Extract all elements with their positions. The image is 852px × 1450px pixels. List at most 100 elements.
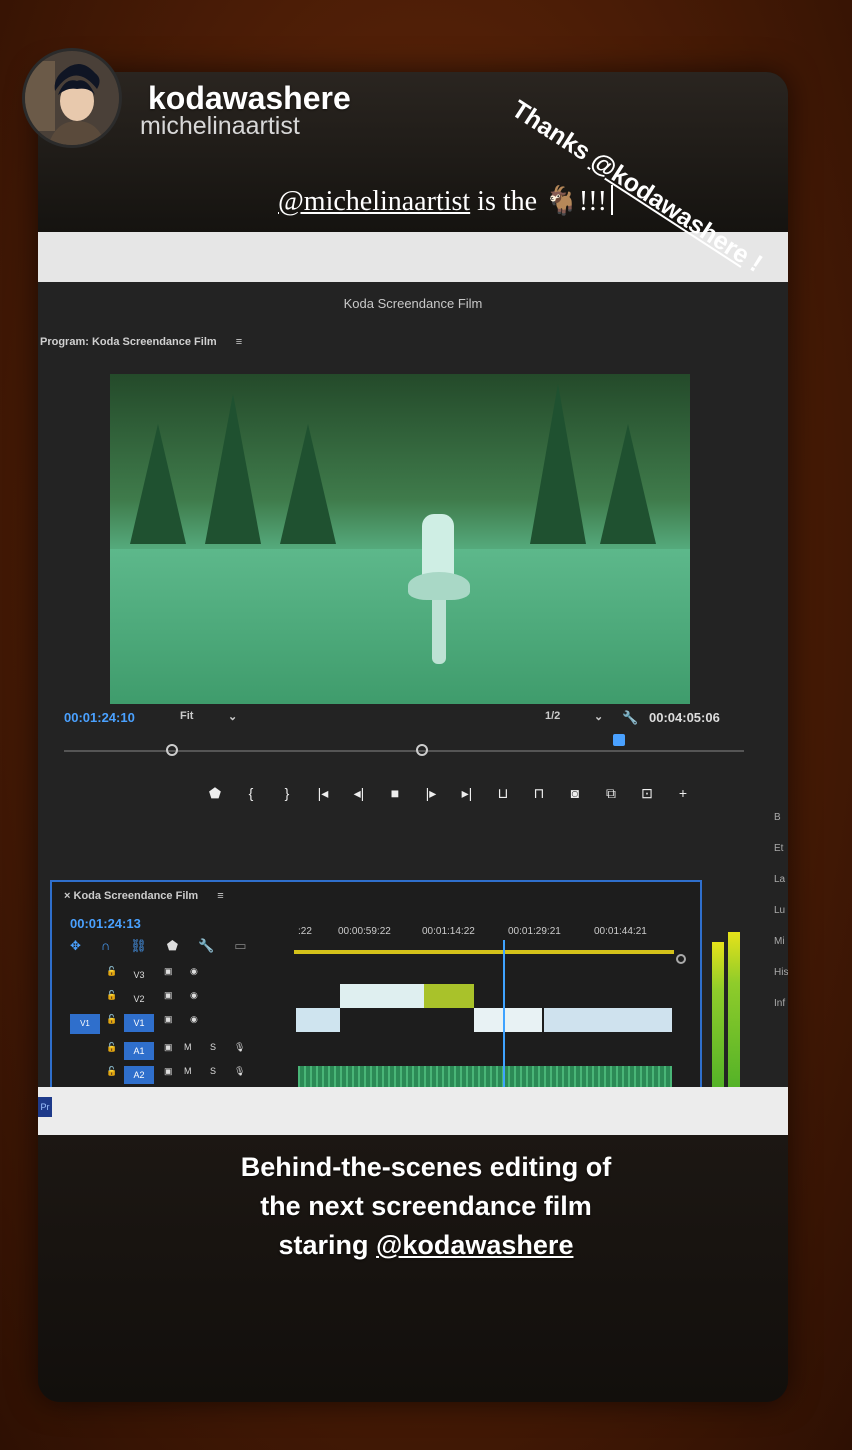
captions-icon[interactable]: ▭ <box>234 938 246 954</box>
sync-lock-icon[interactable]: ▣ <box>164 966 173 977</box>
eye-icon[interactable]: ◉ <box>190 990 198 1001</box>
microphone-icon[interactable]: 🎙 <box>234 1066 245 1077</box>
side-tab[interactable]: B <box>774 802 788 833</box>
export-frame-icon[interactable]: ◙ <box>564 785 586 801</box>
linked-selection-icon[interactable]: ⛓ <box>130 938 147 954</box>
panel-menu-icon[interactable]: ≡ <box>236 336 242 348</box>
track-header-a1: 🔓 A1 ▣ M S 🎙 <box>52 1042 292 1064</box>
caption-line: Behind-the-scenes editing of <box>240 1152 612 1182</box>
avatar[interactable] <box>22 48 122 148</box>
video-clip[interactable] <box>424 984 474 1008</box>
lock-icon[interactable]: 🔓 <box>106 1066 117 1077</box>
playhead-timecode[interactable]: 00:01:24:10 <box>64 710 135 725</box>
overwrite-icon[interactable]: ⊓ <box>528 785 550 802</box>
sequence-name: Koda Screendance Film <box>73 890 199 902</box>
stop-icon[interactable]: ■ <box>384 785 406 801</box>
track-label[interactable]: A2 <box>124 1066 154 1084</box>
go-to-in-icon[interactable]: |◂ <box>312 785 334 802</box>
zoom-select-label[interactable]: Fit <box>180 710 193 722</box>
caption-mention-link[interactable]: @kodawashere <box>376 1230 573 1260</box>
sync-lock-icon[interactable]: ▣ <box>164 1014 173 1025</box>
chevron-down-icon[interactable]: ⌄ <box>594 710 603 723</box>
side-tab[interactable]: Mi <box>774 926 788 957</box>
resolution-select-label[interactable]: 1/2 <box>545 710 560 722</box>
wrench-icon[interactable]: 🔧 <box>622 710 638 726</box>
caption-line3-prefix: staring <box>278 1230 377 1260</box>
step-forward-icon[interactable]: |▸ <box>420 785 442 802</box>
settings-wrench-icon[interactable]: 🔧 <box>198 938 214 954</box>
ruler-tick: 00:01:44:21 <box>594 926 647 937</box>
microphone-icon[interactable]: 🎙 <box>234 1042 245 1053</box>
side-tab[interactable]: His <box>774 957 788 988</box>
side-panel-tabs: B Et La Lu Mi His Inf <box>774 802 788 1019</box>
track-label[interactable]: V1 <box>124 1014 154 1032</box>
panel-menu-icon[interactable]: ≡ <box>217 890 223 902</box>
audio-meter-left <box>712 942 724 1102</box>
program-monitor-label[interactable]: Program: Koda Screendance Film ≡ <box>40 336 242 348</box>
goat-mention-link[interactable]: @michelinaartist <box>278 186 470 217</box>
snap-icon[interactable]: ✥ <box>70 938 81 954</box>
side-tab[interactable]: Lu <box>774 895 788 926</box>
chevron-down-icon[interactable]: ⌄ <box>228 710 237 723</box>
solo-toggle[interactable]: S <box>210 1066 216 1076</box>
tree-shape <box>130 424 186 544</box>
side-tab[interactable]: Et <box>774 833 788 864</box>
source-patch-v1[interactable]: V1 <box>70 1014 100 1034</box>
sync-lock-icon[interactable]: ▣ <box>164 990 173 1001</box>
out-point-handle[interactable] <box>416 744 428 756</box>
eye-icon[interactable]: ◉ <box>190 1014 198 1025</box>
track-header-v3: 🔓 V3 ▣ ◉ <box>52 966 292 988</box>
video-clip[interactable] <box>544 1008 672 1032</box>
side-tab[interactable]: Inf <box>774 988 788 1019</box>
lock-icon[interactable]: 🔓 <box>106 966 117 977</box>
mute-toggle[interactable]: M <box>184 1042 192 1052</box>
caption-line: the next screendance film <box>260 1191 592 1221</box>
premiere-window: Koda Screendance Film Program: Koda Scre… <box>38 282 788 1140</box>
program-label-text: Program: Koda Screendance Film <box>40 336 217 348</box>
track-label[interactable]: V2 <box>124 990 154 1008</box>
side-tab[interactable]: La <box>774 864 788 895</box>
premiere-app-icon[interactable]: Pr <box>38 1097 52 1117</box>
step-back-icon[interactable]: ◂| <box>348 785 370 802</box>
grass-field <box>110 549 690 704</box>
solo-toggle[interactable]: S <box>210 1042 216 1052</box>
lock-icon[interactable]: 🔓 <box>106 1014 117 1025</box>
tree-shape <box>280 424 336 544</box>
in-point-handle[interactable] <box>166 744 178 756</box>
close-tab-icon[interactable]: × <box>64 890 70 902</box>
vertical-scroll-handle[interactable] <box>676 954 686 964</box>
vr-icon[interactable]: ⊡ <box>636 785 658 802</box>
magnet-icon[interactable]: ∩ <box>101 938 110 954</box>
dancer-skirt <box>408 572 470 600</box>
ruler-tick: 00:01:14:22 <box>422 926 475 937</box>
program-playhead[interactable] <box>613 734 625 746</box>
window-title: Koda Screendance Film <box>343 296 483 311</box>
insert-icon[interactable]: ⊔ <box>492 785 514 802</box>
video-clip[interactable] <box>296 1008 340 1032</box>
lock-icon[interactable]: 🔓 <box>106 1042 117 1053</box>
audio-meter-right <box>728 932 740 1102</box>
mark-in-icon[interactable]: { <box>240 785 262 801</box>
lock-icon[interactable]: 🔓 <box>106 990 117 1001</box>
story-subname[interactable]: michelinaartist <box>140 112 300 141</box>
marker-icon[interactable]: ⬟ <box>204 785 226 802</box>
sync-lock-icon[interactable]: ▣ <box>164 1066 173 1077</box>
sequence-tab[interactable]: × Koda Screendance Film ≡ <box>64 890 224 902</box>
track-header-v1: V1 🔓 V1 ▣ ◉ <box>52 1014 292 1036</box>
eye-icon[interactable]: ◉ <box>190 966 198 977</box>
sync-lock-icon[interactable]: ▣ <box>164 1042 173 1053</box>
add-button-icon[interactable]: + <box>672 785 694 801</box>
timeline-timecode[interactable]: 00:01:24:13 <box>70 916 141 931</box>
add-marker-icon[interactable]: ⬟ <box>167 938 178 954</box>
video-clip[interactable] <box>340 984 424 1008</box>
track-label[interactable]: A1 <box>124 1042 154 1060</box>
mark-out-icon[interactable]: } <box>276 785 298 801</box>
track-label[interactable]: V3 <box>124 966 154 984</box>
go-to-out-icon[interactable]: ▸| <box>456 785 478 802</box>
tree-shape <box>205 394 261 544</box>
comparison-view-icon[interactable]: ⧉ <box>600 785 622 802</box>
dancer-figure <box>408 494 470 664</box>
video-clip[interactable] <box>474 1008 542 1032</box>
mute-toggle[interactable]: M <box>184 1066 192 1076</box>
work-area-bar[interactable] <box>294 950 674 954</box>
